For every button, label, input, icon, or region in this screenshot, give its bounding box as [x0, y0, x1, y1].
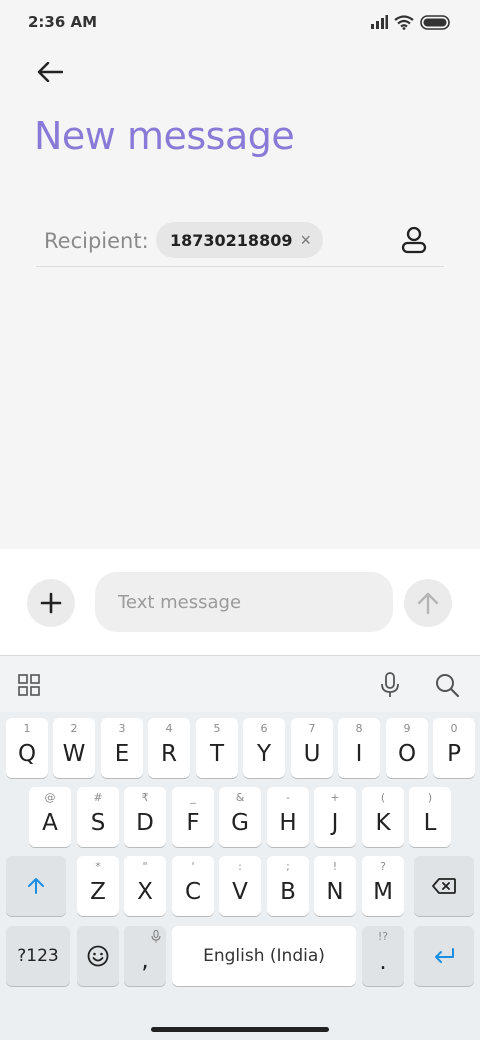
send-button[interactable]: [404, 579, 452, 627]
status-time: 2:36 AM: [28, 13, 98, 31]
emoji-icon: [87, 945, 109, 967]
apps-grid-icon[interactable]: [18, 674, 40, 696]
plus-icon: [40, 592, 62, 614]
keyboard: 1Q 2W 3E 4R 5T 6Y 7U 8I 9O 0P @ A # S ₹ D _…: [0, 655, 480, 1040]
key-q[interactable]: 1Q: [6, 718, 48, 778]
key-w[interactable]: 2W: [53, 718, 95, 778]
key-c[interactable]: ' C: [172, 856, 214, 916]
arrow-left-icon: [37, 62, 63, 82]
key-n[interactable]: ! N: [314, 856, 356, 916]
text-message-input[interactable]: [95, 572, 393, 632]
shift-arrow-icon: [28, 878, 44, 894]
arrow-up-icon: [417, 592, 439, 615]
key-a[interactable]: @ A: [29, 787, 71, 847]
space-bar[interactable]: English (India): [172, 926, 356, 986]
page-title: New message: [34, 114, 295, 158]
add-attachment-button[interactable]: [27, 579, 75, 627]
recipient-row: Recipient: 18730218809 ×: [36, 214, 444, 267]
key-i[interactable]: 8I: [338, 718, 380, 778]
navigation-bar: [0, 1020, 480, 1040]
key-l[interactable]: ) L: [409, 787, 451, 847]
microphone-icon: [151, 930, 161, 943]
message-composer: [0, 549, 480, 655]
key-k[interactable]: (K: [362, 787, 404, 847]
key-z[interactable]: * Z: [77, 856, 119, 916]
search-icon[interactable]: [434, 672, 460, 698]
status-icons: [370, 12, 452, 32]
key-h[interactable]: -H: [267, 787, 309, 847]
key-p[interactable]: 0P: [433, 718, 475, 778]
comma-key[interactable]: ,: [124, 926, 166, 986]
home-handle[interactable]: [151, 1027, 329, 1032]
key-g[interactable]: & G: [219, 787, 261, 847]
signal-icon: [371, 15, 388, 29]
recipient-chip-number: 18730218809: [170, 230, 293, 250]
key-u[interactable]: 7U: [291, 718, 333, 778]
key-b[interactable]: ; B: [267, 856, 309, 916]
key-s[interactable]: # S: [77, 787, 119, 847]
key-y[interactable]: 6Y: [243, 718, 285, 778]
key-t[interactable]: 5T: [196, 718, 238, 778]
wifi-icon: [394, 14, 414, 30]
microphone-icon[interactable]: [378, 672, 402, 698]
recipient-chip[interactable]: 18730218809 ×: [156, 222, 323, 258]
status-bar: 2:36 AM: [0, 0, 480, 44]
enter-key[interactable]: [414, 926, 474, 986]
key-m[interactable]: ? M: [362, 856, 404, 916]
emoji-key[interactable]: [77, 926, 119, 986]
key-j[interactable]: + J: [314, 787, 356, 847]
back-button[interactable]: [30, 52, 70, 92]
backspace-key[interactable]: [414, 856, 474, 916]
close-icon[interactable]: ×: [300, 231, 311, 249]
keyboard-toolbar: [0, 656, 480, 712]
key-d[interactable]: ₹ D: [124, 787, 166, 847]
shift-key[interactable]: [6, 856, 66, 916]
battery-icon: [420, 14, 450, 30]
backspace-icon: [432, 878, 456, 894]
key-x[interactable]: " X: [124, 856, 166, 916]
contact-picker-button[interactable]: [398, 224, 430, 256]
recipient-label: Recipient:: [44, 229, 149, 253]
person-icon: [401, 226, 427, 254]
key-v[interactable]: :V: [219, 856, 261, 916]
key-o[interactable]: 9O: [386, 718, 428, 778]
key-e[interactable]: 3E: [101, 718, 143, 778]
symbols-key[interactable]: ?123: [6, 926, 70, 986]
enter-icon: [435, 948, 454, 963]
key-r[interactable]: 4R: [148, 718, 190, 778]
key-f[interactable]: _ F: [172, 787, 214, 847]
period-key[interactable]: !? .: [362, 926, 404, 986]
